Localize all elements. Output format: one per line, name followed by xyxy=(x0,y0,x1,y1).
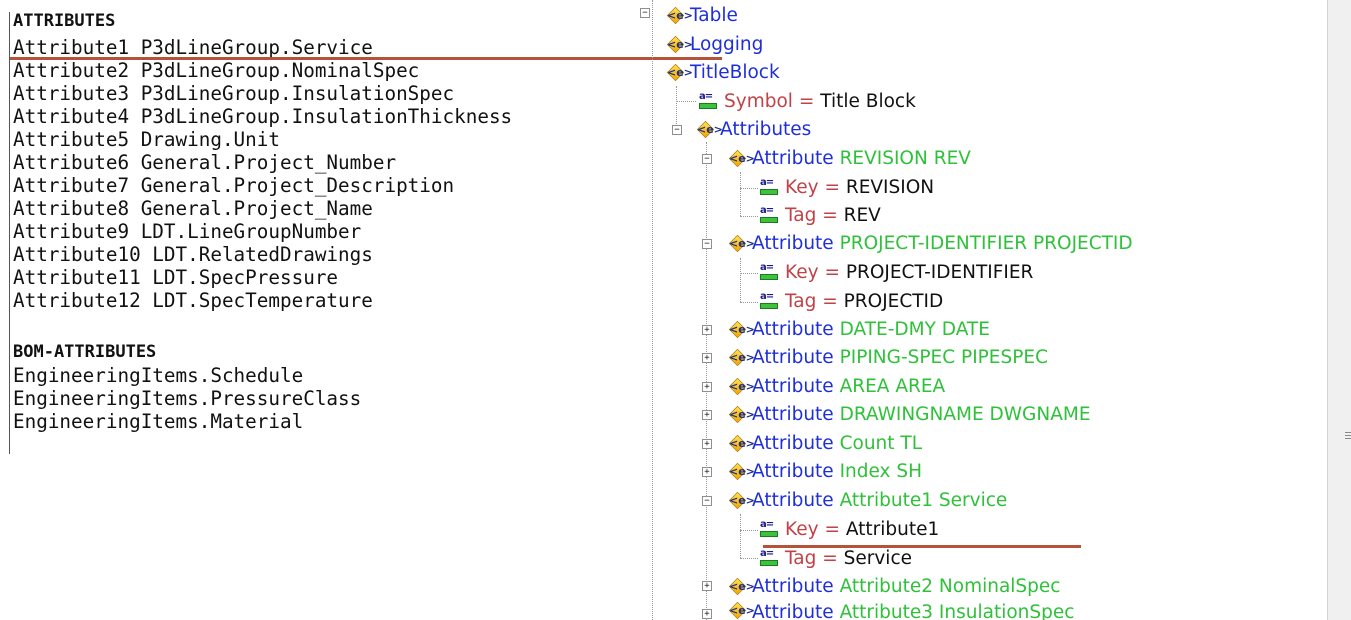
tree-node-tag[interactable]: a= Tag = REV xyxy=(759,202,881,228)
tree-node-key[interactable]: a= Key = Attribute1 xyxy=(759,516,939,542)
attribute-line: Attribute2 P3dLineGroup.NominalSpec xyxy=(13,59,420,82)
tree-node-attribute[interactable]: <e> Attribute DATE-DMY DATE xyxy=(728,316,990,342)
minus-expander-icon[interactable]: − xyxy=(702,239,712,249)
attribute-line: Attribute11 LDT.SpecPressure xyxy=(13,266,339,289)
minus-expander-icon[interactable]: − xyxy=(702,154,712,164)
attribute-line: Attribute1 P3dLineGroup.Service xyxy=(13,36,373,59)
attribute-line: Attribute12 LDT.SpecTemperature xyxy=(13,289,373,312)
xml-attribute-icon: a= xyxy=(759,548,779,567)
tree-node-attribute[interactable]: <e> Attribute Attribute3 InsulationSpec xyxy=(729,602,1074,620)
attribute-line: Attribute3 P3dLineGroup.InsulationSpec xyxy=(13,82,455,105)
tree-node-tag[interactable]: a= Tag = PROJECTID xyxy=(759,288,943,314)
attribute-line: Attribute6 General.Project_Number xyxy=(13,151,397,174)
xml-element-icon: <e> xyxy=(696,120,723,138)
plus-expander-icon[interactable]: + xyxy=(702,439,712,449)
tree-node-logging[interactable]: <e> Logging xyxy=(666,31,763,57)
tree-node-attribute[interactable]: <e> Attribute AREA AREA xyxy=(728,373,945,399)
attribute-line: Attribute8 General.Project_Name xyxy=(13,197,373,220)
attribute-line: Attribute5 Drawing.Unit xyxy=(13,128,280,151)
plus-expander-icon[interactable]: + xyxy=(702,609,712,619)
tree-node-key[interactable]: a= Key = REVISION xyxy=(759,174,934,200)
xml-element-icon: <e> xyxy=(728,377,755,395)
attribute-line: Attribute7 General.Project_Description xyxy=(13,174,455,197)
bom-attribute-line: EngineeringItems.Material xyxy=(13,410,304,433)
tree-node-attribute[interactable]: <e> Attribute Attribute2 NominalSpec xyxy=(728,573,1060,599)
xml-element-icon: <e> xyxy=(728,462,755,480)
xml-attribute-icon: a= xyxy=(698,91,718,110)
tree-node-tag[interactable]: a= Tag = Service xyxy=(759,545,912,571)
attribute-line: Attribute9 LDT.LineGroupNumber xyxy=(13,220,362,243)
xml-attribute-icon: a= xyxy=(759,291,779,310)
xml-element-icon: <e> xyxy=(728,348,755,366)
xml-element-icon: <e> xyxy=(728,434,755,452)
xml-element-icon: <e> xyxy=(666,63,693,81)
attribute-line: Attribute10 LDT.RelatedDrawings xyxy=(13,243,373,266)
highlight-underline-attribute1 xyxy=(10,57,722,60)
xml-element-icon: <e> xyxy=(666,35,693,53)
tree-node-attributes[interactable]: <e> Attributes xyxy=(696,116,811,142)
xml-element-icon: <e> xyxy=(728,149,755,167)
tree-node-attribute[interactable]: <e> Attribute PIPING-SPEC PIPESPEC xyxy=(728,344,1048,370)
tree-node-attribute[interactable]: <e> Attribute Count TL xyxy=(728,430,922,456)
xml-element-icon: <e> xyxy=(728,405,755,423)
bom-attribute-line: EngineeringItems.Schedule xyxy=(13,364,304,387)
plus-expander-icon[interactable]: + xyxy=(702,467,712,477)
minus-expander-icon[interactable]: − xyxy=(640,8,650,18)
bom-attribute-line: EngineeringItems.PressureClass xyxy=(13,387,362,410)
tree-node-attribute[interactable]: <e> Attribute REVISION REV xyxy=(728,145,971,171)
attribute-line: Attribute4 P3dLineGroup.InsulationThickn… xyxy=(13,105,513,128)
attributes-heading: ATTRIBUTES xyxy=(13,11,116,31)
xml-element-icon: <e> xyxy=(728,234,755,252)
plus-expander-icon[interactable]: + xyxy=(702,325,712,335)
xml-element-icon: <e> xyxy=(728,577,755,595)
xml-attribute-icon: a= xyxy=(759,262,779,281)
xml-element-icon: <e> xyxy=(666,6,693,24)
xml-element-icon: <e> xyxy=(729,602,755,620)
plus-expander-icon[interactable]: + xyxy=(702,581,712,591)
xml-attribute-icon: a= xyxy=(759,519,779,538)
bom-attributes-heading: BOM-ATTRIBUTES xyxy=(13,342,157,362)
highlight-underline-key-attribute1 xyxy=(763,545,1081,548)
plus-expander-icon[interactable]: + xyxy=(702,353,712,363)
scrollbar-grip-icon[interactable] xyxy=(1345,432,1351,446)
plus-expander-icon[interactable]: + xyxy=(702,410,712,420)
tree-node-attribute[interactable]: <e> Attribute PROJECT-IDENTIFIER PROJECT… xyxy=(728,230,1133,256)
text-cursor-margin xyxy=(9,12,10,454)
minus-expander-icon[interactable]: − xyxy=(702,496,712,506)
vertical-scrollbar[interactable] xyxy=(1327,0,1351,620)
tree-node-attribute[interactable]: <e> Attribute DRAWINGNAME DWGNAME xyxy=(728,401,1091,427)
tree-node-attribute[interactable]: <e> Attribute Attribute1 Service xyxy=(728,487,1007,513)
tree-node-attribute[interactable]: <e> Attribute Index SH xyxy=(728,458,922,484)
tree-node-titleblock[interactable]: <e> TitleBlock xyxy=(666,59,780,85)
xml-element-icon: <e> xyxy=(728,320,755,338)
minus-expander-icon[interactable]: − xyxy=(672,125,682,135)
tree-node-symbol[interactable]: a= Symbol = Title Block xyxy=(698,88,916,114)
tree-node-key[interactable]: a= Key = PROJECT-IDENTIFIER xyxy=(759,259,1033,285)
xml-attribute-icon: a= xyxy=(759,205,779,224)
tree-node-table[interactable]: <e> Table xyxy=(666,2,738,28)
attribute-mapping-text: ATTRIBUTES Attribute1 P3dLineGroup.Servi… xyxy=(0,0,660,620)
plus-expander-icon[interactable]: + xyxy=(702,382,712,392)
xml-element-icon: <e> xyxy=(728,491,755,509)
xml-attribute-icon: a= xyxy=(759,177,779,196)
